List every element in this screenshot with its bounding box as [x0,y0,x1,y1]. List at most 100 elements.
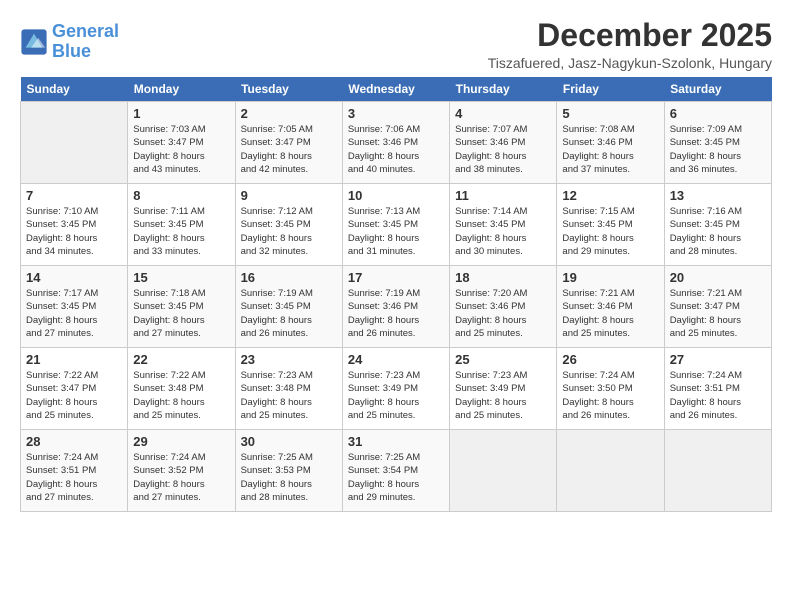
day-cell: 29 Sunrise: 7:24 AMSunset: 3:52 PMDayligh… [128,430,235,512]
day-number: 10 [348,188,444,203]
day-info: Sunrise: 7:17 AMSunset: 3:45 PMDaylight:… [26,287,122,340]
day-number: 18 [455,270,551,285]
week-row-3: 21Sunrise: 7:22 AMSunset: 3:47 PMDayligh… [21,348,772,430]
day-info: Sunrise: 7:09 AMSunset: 3:45 PMDaylight:… [670,123,766,176]
day-info: Sunrise: 7:24 AMSunset: 3:50 PMDaylight:… [562,369,658,422]
day-number: 3 [348,106,444,121]
page: General Blue December 2025 Tiszafuered, … [0,0,792,612]
header-friday: Friday [557,77,664,102]
title-block: December 2025 Tiszafuered, Jasz-Nagykun-… [488,18,772,71]
day-info: Sunrise: 7:06 AMSunset: 3:46 PMDaylight:… [348,123,444,176]
day-cell [557,430,664,512]
day-cell [21,102,128,184]
day-info: Sunrise: 7:16 AMSunset: 3:45 PMDaylight:… [670,205,766,258]
day-cell: 18Sunrise: 7:20 AMSunset: 3:46 PMDayligh… [450,266,557,348]
day-info: Sunrise: 7:18 AMSunset: 3:45 PMDaylight:… [133,287,229,340]
day-number: 15 [133,270,229,285]
day-cell: 19 Sunrise: 7:21 AMSunset: 3:46 PMDayligh… [557,266,664,348]
day-info: Sunrise: 7:11 AMSunset: 3:45 PMDaylight:… [133,205,229,258]
logo-text: General Blue [52,22,119,62]
header-saturday: Saturday [664,77,771,102]
day-cell: 8 Sunrise: 7:11 AMSunset: 3:45 PMDaylight… [128,184,235,266]
header-row: SundayMondayTuesdayWednesdayThursdayFrid… [21,77,772,102]
month-title: December 2025 [488,18,772,53]
day-info: Sunrise: 7:21 AMSunset: 3:46 PMDaylight:… [562,287,658,340]
day-number: 12 [562,188,658,203]
day-number: 28 [26,434,122,449]
day-cell: 31 Sunrise: 7:25 AMSunset: 3:54 PMDayligh… [342,430,449,512]
day-number: 27 [670,352,766,367]
day-cell: 22 Sunrise: 7:22 AMSunset: 3:48 PMDayligh… [128,348,235,430]
day-info: Sunrise: 7:25 AMSunset: 3:54 PMDaylight:… [348,451,444,504]
day-number: 20 [670,270,766,285]
day-number: 30 [241,434,337,449]
day-info: Sunrise: 7:19 AMSunset: 3:45 PMDaylight:… [241,287,337,340]
day-info: Sunrise: 7:24 AMSunset: 3:51 PMDaylight:… [26,451,122,504]
week-row-1: 7 Sunrise: 7:10 AMSunset: 3:45 PMDaylight… [21,184,772,266]
day-info: Sunrise: 7:21 AMSunset: 3:47 PMDaylight:… [670,287,766,340]
day-number: 7 [26,188,122,203]
day-number: 25 [455,352,551,367]
day-info: Sunrise: 7:24 AMSunset: 3:51 PMDaylight:… [670,369,766,422]
day-info: Sunrise: 7:23 AMSunset: 3:49 PMDaylight:… [455,369,551,422]
header-wednesday: Wednesday [342,77,449,102]
day-cell: 7 Sunrise: 7:10 AMSunset: 3:45 PMDaylight… [21,184,128,266]
day-number: 23 [241,352,337,367]
day-info: Sunrise: 7:15 AMSunset: 3:45 PMDaylight:… [562,205,658,258]
day-info: Sunrise: 7:13 AMSunset: 3:45 PMDaylight:… [348,205,444,258]
day-number: 14 [26,270,122,285]
header-sunday: Sunday [21,77,128,102]
week-row-4: 28 Sunrise: 7:24 AMSunset: 3:51 PMDayligh… [21,430,772,512]
day-number: 5 [562,106,658,121]
day-number: 8 [133,188,229,203]
day-cell: 16 Sunrise: 7:19 AMSunset: 3:45 PMDayligh… [235,266,342,348]
logo-line2: Blue [52,41,91,61]
day-cell: 26 Sunrise: 7:24 AMSunset: 3:50 PMDayligh… [557,348,664,430]
day-cell: 4 Sunrise: 7:07 AMSunset: 3:46 PMDaylight… [450,102,557,184]
day-number: 9 [241,188,337,203]
day-cell: 9 Sunrise: 7:12 AMSunset: 3:45 PMDaylight… [235,184,342,266]
day-cell: 20 Sunrise: 7:21 AMSunset: 3:47 PMDayligh… [664,266,771,348]
day-number: 29 [133,434,229,449]
day-info: Sunrise: 7:24 AMSunset: 3:52 PMDaylight:… [133,451,229,504]
day-number: 19 [562,270,658,285]
day-cell: 11Sunrise: 7:14 AMSunset: 3:45 PMDayligh… [450,184,557,266]
day-cell [664,430,771,512]
calendar-table: SundayMondayTuesdayWednesdayThursdayFrid… [20,77,772,512]
day-info: Sunrise: 7:25 AMSunset: 3:53 PMDaylight:… [241,451,337,504]
day-cell: 24Sunrise: 7:23 AMSunset: 3:49 PMDayligh… [342,348,449,430]
day-number: 22 [133,352,229,367]
logo: General Blue [20,22,119,62]
day-cell: 2Sunrise: 7:05 AMSunset: 3:47 PMDaylight… [235,102,342,184]
day-cell: 23 Sunrise: 7:23 AMSunset: 3:48 PMDayligh… [235,348,342,430]
day-cell: 14 Sunrise: 7:17 AMSunset: 3:45 PMDayligh… [21,266,128,348]
header: General Blue December 2025 Tiszafuered, … [20,18,772,71]
day-cell: 5Sunrise: 7:08 AMSunset: 3:46 PMDaylight… [557,102,664,184]
day-number: 13 [670,188,766,203]
day-number: 11 [455,188,551,203]
day-number: 17 [348,270,444,285]
day-info: Sunrise: 7:10 AMSunset: 3:45 PMDaylight:… [26,205,122,258]
day-info: Sunrise: 7:19 AMSunset: 3:46 PMDaylight:… [348,287,444,340]
header-monday: Monday [128,77,235,102]
day-cell [450,430,557,512]
day-info: Sunrise: 7:23 AMSunset: 3:48 PMDaylight:… [241,369,337,422]
day-info: Sunrise: 7:12 AMSunset: 3:45 PMDaylight:… [241,205,337,258]
header-tuesday: Tuesday [235,77,342,102]
day-info: Sunrise: 7:22 AMSunset: 3:48 PMDaylight:… [133,369,229,422]
day-number: 31 [348,434,444,449]
day-cell: 6Sunrise: 7:09 AMSunset: 3:45 PMDaylight… [664,102,771,184]
week-row-0: 1Sunrise: 7:03 AMSunset: 3:47 PMDaylight… [21,102,772,184]
day-number: 4 [455,106,551,121]
day-number: 1 [133,106,229,121]
day-number: 16 [241,270,337,285]
day-cell: 15 Sunrise: 7:18 AMSunset: 3:45 PMDayligh… [128,266,235,348]
day-number: 26 [562,352,658,367]
logo-line1: General [52,21,119,41]
week-row-2: 14 Sunrise: 7:17 AMSunset: 3:45 PMDayligh… [21,266,772,348]
day-info: Sunrise: 7:07 AMSunset: 3:46 PMDaylight:… [455,123,551,176]
day-cell: 12 Sunrise: 7:15 AMSunset: 3:45 PMDayligh… [557,184,664,266]
day-info: Sunrise: 7:22 AMSunset: 3:47 PMDaylight:… [26,369,122,422]
day-info: Sunrise: 7:23 AMSunset: 3:49 PMDaylight:… [348,369,444,422]
day-info: Sunrise: 7:05 AMSunset: 3:47 PMDaylight:… [241,123,337,176]
